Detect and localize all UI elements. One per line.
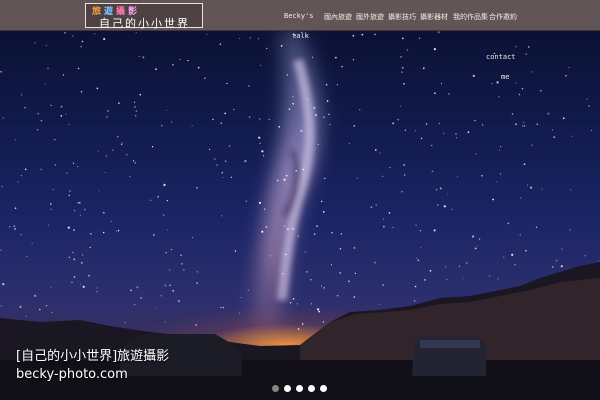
slider-dot-3[interactable]	[296, 385, 303, 392]
nav-item-beckys[interactable]: Becky's	[284, 12, 314, 20]
caption-url[interactable]: becky-photo.com	[16, 366, 169, 383]
slider-dot-2[interactable]	[284, 385, 291, 392]
slider-dot-4[interactable]	[308, 385, 315, 392]
site-logo[interactable]: 旅遊攝影 自己的小小世界	[85, 3, 203, 30]
nav-item-cooperation[interactable]: 合作邀約	[489, 12, 517, 22]
slider-dot-1[interactable]	[272, 385, 279, 392]
nav-item-contact[interactable]: contact	[486, 53, 516, 61]
nav-item-domestic-travel[interactable]: 國內旅遊	[324, 12, 352, 22]
nav-item-photo-tips[interactable]: 攝影技巧	[388, 12, 416, 22]
nav-item-overseas-travel[interactable]: 國外旅遊	[356, 12, 384, 22]
caption-title: [自己的小小世界]旅遊攝影	[16, 349, 170, 364]
nav-item-me[interactable]: me	[501, 73, 509, 81]
slide-caption: [自己的小小世界]旅遊攝影 becky-photo.com	[16, 348, 169, 383]
logo-title: 自己的小小世界	[99, 17, 190, 30]
slider-pagination	[272, 385, 327, 393]
nav-item-photo-gear[interactable]: 攝影器材	[420, 12, 448, 22]
nav-item-portfolio[interactable]: 我的作品集	[453, 12, 488, 22]
slider-dot-5[interactable]	[320, 385, 327, 392]
nav-item-talk[interactable]: talk	[292, 32, 309, 40]
